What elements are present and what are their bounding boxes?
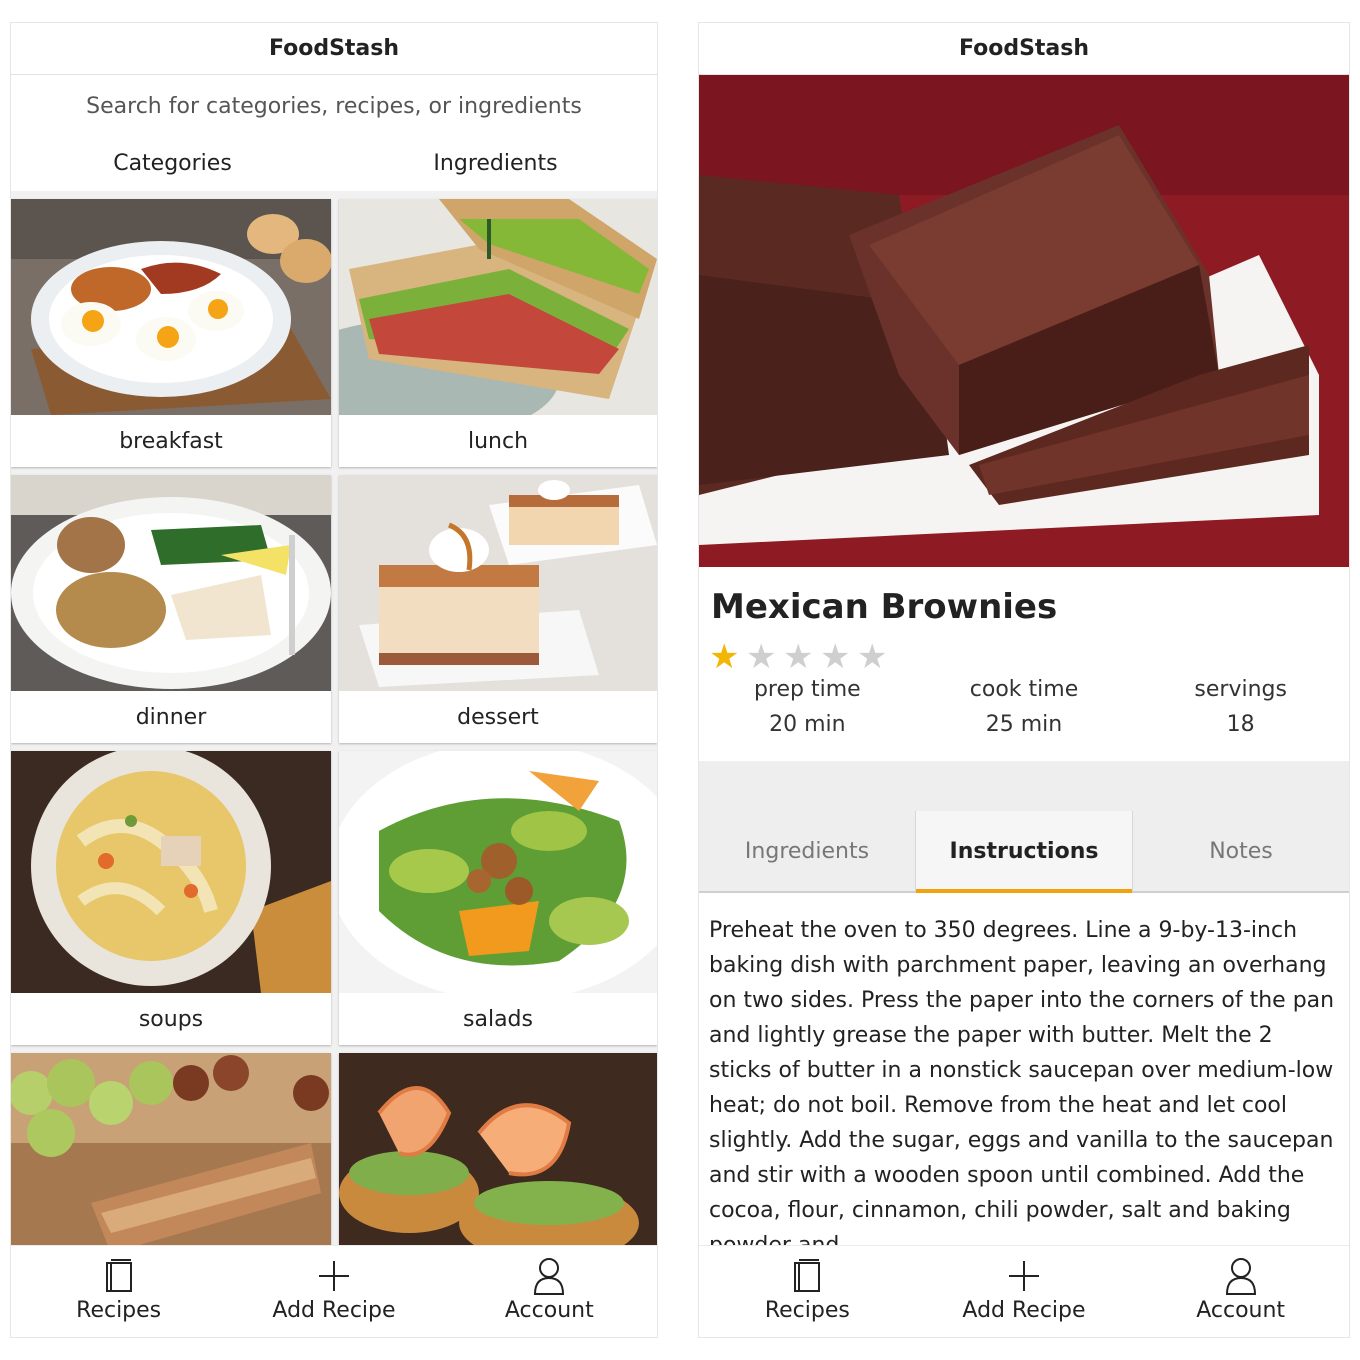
category-card-soups[interactable]: soups xyxy=(11,751,331,1045)
recipe-detail-screen: FoodStash Mexican Brownies ★ ★ ★ ★ ★ pre… xyxy=(698,22,1350,1338)
category-card-appetizers[interactable] xyxy=(339,1053,657,1247)
category-label: lunch xyxy=(467,428,529,454)
person-icon xyxy=(1224,1256,1258,1296)
category-grid: breakfast lunch dinner dessert soups sal… xyxy=(11,191,657,1247)
soup-bowl-photo xyxy=(11,751,331,993)
star-icon[interactable]: ★ xyxy=(709,640,746,674)
category-card-breakfast[interactable]: breakfast xyxy=(11,199,331,467)
category-card-dessert[interactable]: dessert xyxy=(339,475,657,743)
servings-label: servings xyxy=(1194,677,1287,702)
salad-photo xyxy=(339,751,657,993)
category-card-snacks[interactable] xyxy=(11,1053,331,1247)
cook-time-label: cook time xyxy=(969,677,1079,702)
tab-label: Account xyxy=(504,1298,594,1323)
recipe-title: Mexican Brownies xyxy=(711,587,1058,627)
granola-bar-photo xyxy=(11,1053,331,1247)
category-card-salads[interactable]: salads xyxy=(339,751,657,1045)
category-label: dessert xyxy=(457,704,539,730)
segment-ingredients[interactable]: Ingredients xyxy=(334,137,657,189)
tab-instructions[interactable]: Instructions xyxy=(915,811,1133,893)
tab-add-recipe[interactable]: Add Recipe xyxy=(244,1256,424,1323)
dessert-bar-photo xyxy=(339,475,657,691)
cook-time: cook time 25 min xyxy=(916,677,1133,749)
tab-recipes[interactable]: Recipes xyxy=(717,1256,897,1323)
prep-time: prep time 20 min xyxy=(699,677,916,749)
category-label: salads xyxy=(463,1006,533,1032)
star-icon[interactable]: ★ xyxy=(857,640,894,674)
tab-account[interactable]: Account xyxy=(459,1256,639,1323)
tab-label: Recipes xyxy=(764,1298,850,1323)
instructions-text: Preheat the oven to 350 degrees. Line a … xyxy=(709,918,1335,1245)
tab-label: Add Recipe xyxy=(272,1298,396,1323)
breakfast-plate-photo xyxy=(11,199,331,415)
servings-value: 18 xyxy=(1226,712,1255,737)
star-rating[interactable]: ★ ★ ★ ★ ★ xyxy=(699,637,1349,677)
servings: servings 18 xyxy=(1132,677,1349,749)
category-card-dinner[interactable]: dinner xyxy=(11,475,331,743)
sandwich-photo xyxy=(339,199,657,415)
tab-notes[interactable]: Notes xyxy=(1133,811,1349,891)
tab-account[interactable]: Account xyxy=(1151,1256,1331,1323)
app-title: FoodStash xyxy=(699,23,1349,75)
category-label: dinner xyxy=(135,704,207,730)
tab-ingredients[interactable]: Ingredients xyxy=(699,811,915,891)
bottom-tab-bar: Recipes Add Recipe Account xyxy=(11,1245,657,1337)
person-icon xyxy=(532,1256,566,1296)
shrimp-appetizer-photo xyxy=(339,1053,657,1247)
star-icon[interactable]: ★ xyxy=(783,640,820,674)
tab-label: Recipes xyxy=(76,1298,162,1323)
book-icon xyxy=(104,1256,134,1296)
plus-icon xyxy=(317,1256,351,1296)
tab-label: Add Recipe xyxy=(962,1298,1086,1323)
segment-control: Categories Ingredients xyxy=(11,137,657,189)
tab-recipes[interactable]: Recipes xyxy=(29,1256,209,1323)
tab-add-recipe[interactable]: Add Recipe xyxy=(934,1256,1114,1323)
prep-time-label: prep time xyxy=(753,677,861,702)
category-card-lunch[interactable]: lunch xyxy=(339,199,657,467)
book-icon xyxy=(792,1256,822,1296)
segment-categories[interactable]: Categories xyxy=(11,137,334,189)
category-label: breakfast xyxy=(119,428,223,454)
tab-label: Account xyxy=(1196,1298,1286,1323)
recipe-hero-photo xyxy=(699,75,1349,567)
search-input[interactable]: Search for categories, recipes, or ingre… xyxy=(11,75,657,137)
star-icon[interactable]: ★ xyxy=(746,640,783,674)
star-icon[interactable]: ★ xyxy=(820,640,857,674)
category-label: soups xyxy=(138,1006,204,1032)
plus-icon xyxy=(1007,1256,1041,1296)
bottom-tab-bar: Recipes Add Recipe Account xyxy=(699,1245,1349,1337)
app-title: FoodStash xyxy=(11,23,657,75)
cook-time-value: 25 min xyxy=(985,712,1063,737)
detail-tabs: Ingredients Instructions Notes xyxy=(699,811,1349,893)
recipe-meta: prep time 20 min cook time 25 min servin… xyxy=(699,677,1349,749)
categories-screen: FoodStash Search for categories, recipes… xyxy=(10,22,658,1338)
dinner-plate-photo xyxy=(11,475,331,691)
prep-time-value: 20 min xyxy=(769,712,846,737)
